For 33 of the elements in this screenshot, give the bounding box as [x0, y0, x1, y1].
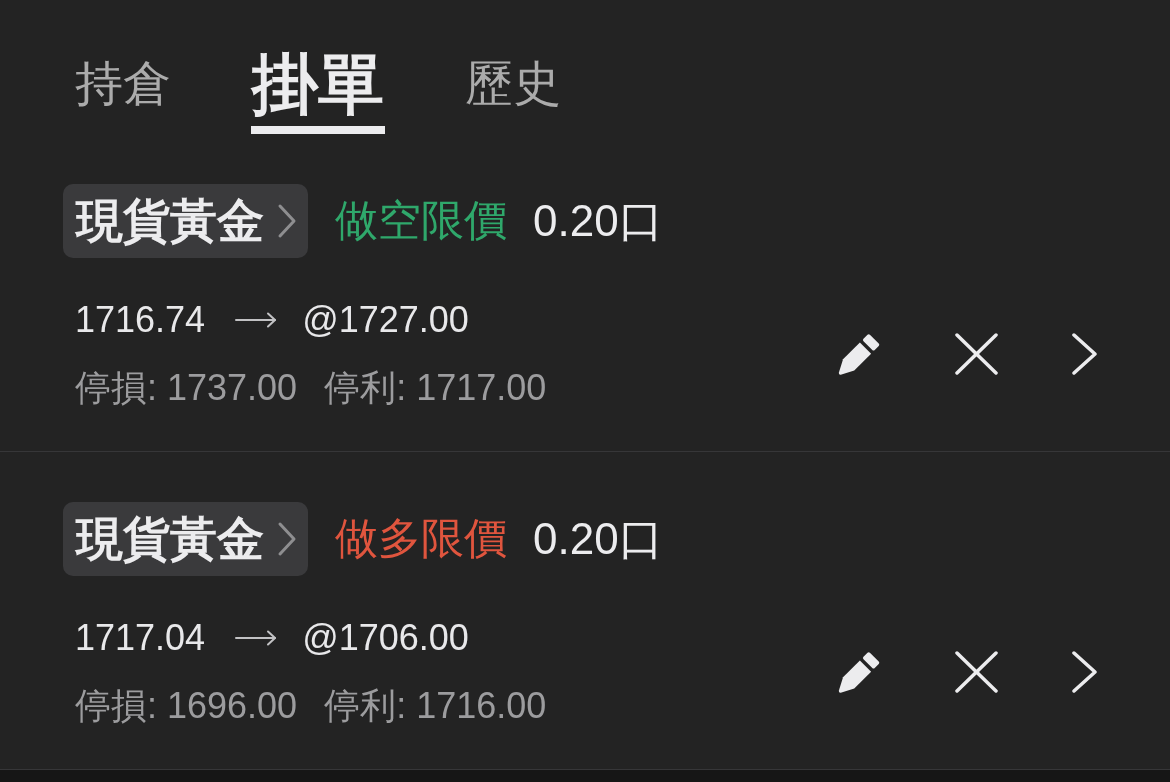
- close-icon: [955, 333, 998, 375]
- limit-price: @1706.00: [302, 617, 469, 659]
- lot-size-text: 0.20口: [533, 512, 663, 565]
- tab[interactable]: 持倉: [74, 40, 172, 134]
- cancel-button[interactable]: [955, 333, 998, 375]
- chevron-icon: [277, 203, 297, 239]
- order-type-label: 做多限價: [335, 513, 507, 564]
- edit-button[interactable]: [838, 651, 881, 693]
- arrow-icon: [235, 312, 278, 328]
- cancel-button[interactable]: [955, 651, 998, 693]
- current-price: 1717.04: [75, 617, 206, 659]
- edit-button[interactable]: [838, 333, 881, 375]
- symbol-button[interactable]: 現貨黃金: [63, 184, 308, 258]
- order-type-label: 做空限價: [335, 195, 507, 246]
- chevron-right-icon: [1072, 333, 1097, 375]
- tab[interactable]: 歷史: [464, 40, 562, 134]
- symbol-button[interactable]: 現貨黃金: [63, 502, 308, 576]
- take-profit-text: 停利: 1716.00: [324, 683, 547, 728]
- stop-loss-text: 停損: 1696.00: [75, 683, 298, 728]
- arrow-icon: [235, 630, 278, 646]
- tab[interactable]: 掛單: [251, 40, 385, 134]
- details-button[interactable]: [1072, 651, 1097, 693]
- limit-price: @1727.00: [302, 299, 469, 341]
- lot-size-text: 0.20口: [533, 194, 663, 247]
- current-price: 1716.74: [75, 299, 206, 341]
- chevron-icon: [277, 521, 297, 557]
- take-profit-text: 停利: 1717.00: [324, 365, 547, 410]
- close-icon: [955, 651, 998, 693]
- pencil-icon: [838, 333, 881, 375]
- pencil-icon: [838, 651, 881, 693]
- chevron-right-icon: [1072, 651, 1097, 693]
- details-button[interactable]: [1072, 333, 1097, 375]
- stop-loss-text: 停損: 1737.00: [75, 365, 298, 410]
